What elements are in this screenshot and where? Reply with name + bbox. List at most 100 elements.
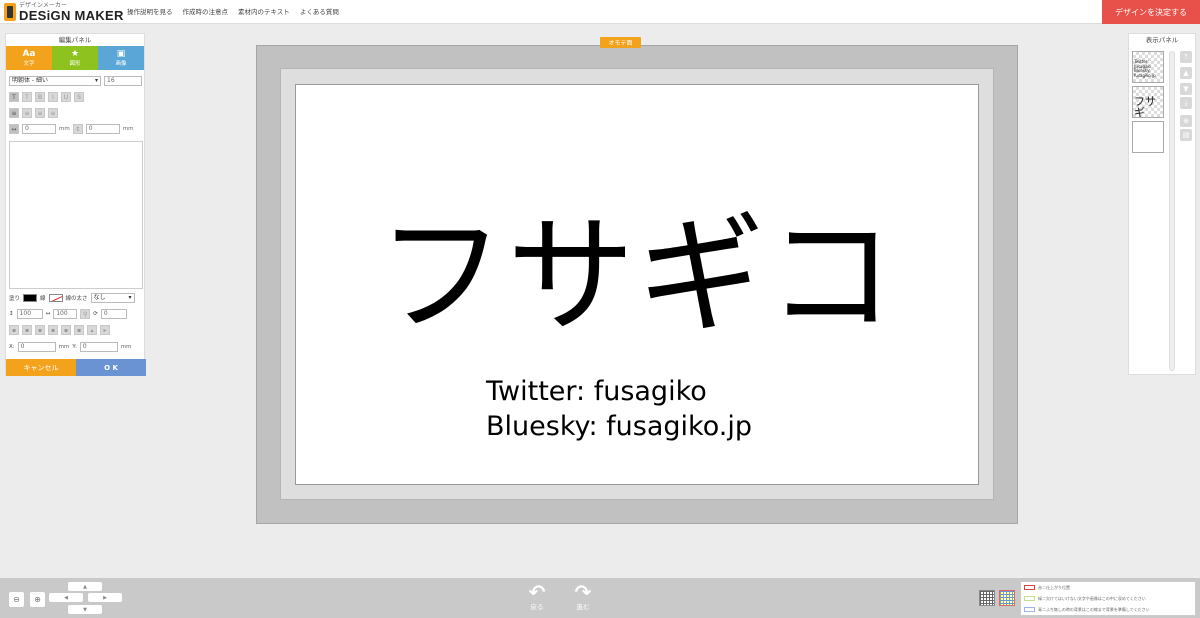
red-guide-swatch (1024, 585, 1035, 590)
align-left-icon[interactable]: ≡ (9, 108, 19, 118)
horizontal-text-icon[interactable]: T (9, 92, 19, 102)
font-family-value: 明朝体 - 細い (12, 77, 48, 84)
layer-thumb-blank[interactable] (1132, 121, 1164, 153)
display-panel: 表示パネル Twitter: fusagiko Bluesky: fusagik… (1128, 33, 1196, 375)
display-scrollbar[interactable] (1169, 51, 1175, 371)
pan-right-button[interactable]: ▶ (88, 593, 122, 602)
tab-image[interactable]: ▣ 画像 (98, 46, 144, 70)
letter-spacing-icon: ↔ (9, 124, 19, 134)
y-position-input[interactable]: 0 (79, 342, 118, 352)
move-up-icon[interactable]: ▲ (1180, 67, 1192, 79)
bring-forward-icon[interactable]: ▪ (22, 325, 32, 335)
nav-faq[interactable]: よくある質問 (300, 6, 339, 16)
line-spacing-input[interactable]: 0 (85, 124, 120, 134)
edit-panel: 編集パネル Aa 文字 ★ 図形 ▣ 画像 明朝体 - 細い ▾ 16 T T … (5, 33, 146, 376)
legend-row-green: 緑＝欠けてはいけない文字や画像はこの中に収めてください (1021, 593, 1195, 604)
letter-spacing-input[interactable]: 0 (22, 124, 56, 134)
vertical-text-icon[interactable]: T (22, 92, 32, 102)
bring-front-icon[interactable]: ▪ (9, 325, 19, 335)
fill-color-swatch[interactable] (23, 294, 38, 302)
send-back-icon[interactable]: ▪ (48, 325, 58, 335)
delete-icon[interactable]: ▪ (74, 325, 84, 335)
display-panel-title: 表示パネル (1145, 36, 1179, 44)
layer-thumb-sns[interactable]: Twitter: fusagiko Bluesky: fusagiko.jp (1132, 51, 1164, 83)
redo-arrow-icon: ↷ (574, 580, 592, 604)
layer-thumb-title[interactable]: フサギ (1132, 86, 1164, 118)
x-position-input[interactable]: 0 (17, 342, 56, 352)
position-row: X: 0 mm Y: 0 mm (9, 342, 132, 352)
stroke-color-swatch[interactable] (48, 294, 63, 302)
font-row: 明朝体 - 細い ▾ 16 (9, 76, 142, 86)
italic-icon[interactable]: I (48, 92, 58, 102)
canvas-twitter-text[interactable]: Twitter: fusagiko (486, 378, 707, 405)
redo-label: 進む (576, 603, 590, 611)
green-guide-swatch (1024, 596, 1035, 601)
arrange-row: ▪ ▪ ▪ ▪ ▪ ▪ ▴ ▸ (9, 325, 110, 335)
undo-arrow-icon: ↶ (528, 580, 546, 604)
spacing-row: ↔ 0 mm ↕ 0 mm (9, 124, 133, 134)
move-top-icon[interactable]: ⤒ (1180, 51, 1192, 63)
guide-toggle-icon[interactable] (999, 590, 1015, 606)
line-spacing-icon: ↕ (72, 124, 83, 134)
zoom-out-icon[interactable]: ⊖ (9, 592, 24, 607)
tab-text[interactable]: Aa 文字 (6, 46, 52, 70)
send-backward-icon[interactable]: ▪ (35, 325, 45, 335)
underline-icon[interactable]: U (61, 92, 71, 102)
cancel-button[interactable]: キャンセル (6, 359, 76, 376)
font-family-select[interactable]: 明朝体 - 細い ▾ (9, 76, 101, 86)
canvas-title-text[interactable]: フサギコ (296, 213, 978, 341)
bold-icon[interactable]: B (35, 92, 45, 102)
font-size-input[interactable]: 16 (104, 76, 142, 86)
line-spacing-unit: mm (122, 126, 134, 132)
y-label: Y: (72, 344, 77, 350)
pencil-logo-icon (4, 3, 16, 21)
scale-height-input[interactable]: 100 (16, 309, 43, 319)
flip-horizontal-icon[interactable]: ▸ (100, 325, 110, 335)
fill-label: 塗り (9, 296, 21, 302)
nav-material-text[interactable]: 素材内のテキスト (238, 6, 290, 16)
canvas-bluesky-text[interactable]: Bluesky: fusagiko.jp (486, 413, 752, 440)
rotate-icon: ⟳ (93, 311, 98, 317)
nav-notes[interactable]: 作成時の注意点 (183, 6, 229, 16)
chevron-down-icon: ▾ (128, 294, 132, 301)
pan-left-button[interactable]: ◀ (49, 593, 83, 602)
color-row: 塗り 線 線の太さ なし ▾ (9, 293, 135, 303)
logo-main-text: DESiGN MAKER (19, 7, 124, 23)
flip-vertical-icon[interactable]: ▴ (87, 325, 97, 335)
move-bottom-icon[interactable]: ⤓ (1180, 97, 1192, 109)
text-content-area[interactable] (9, 141, 143, 289)
lock-ratio-icon[interactable]: ⚲ (80, 309, 91, 319)
blue-guide-swatch (1024, 607, 1035, 612)
front-side-tab[interactable]: オモテ面 (600, 37, 641, 48)
align-justify-icon[interactable]: ≡ (48, 108, 58, 118)
stroke-width-select[interactable]: なし ▾ (90, 293, 135, 303)
decide-design-button[interactable]: デザインを決定する (1102, 0, 1200, 24)
legend-blue-text: 青＝ふち無しの時の背景はこの線まで背景を準備してください (1038, 606, 1150, 612)
top-nav: 操作説明を見る 作成時の注意点 素材内のテキスト よくある質問 (127, 6, 339, 16)
tab-shape-label: 図形 (69, 61, 81, 67)
redo-button[interactable]: ↷ 進む (568, 582, 598, 612)
align-right-icon[interactable]: ≡ (35, 108, 45, 118)
mode-tabs: Aa 文字 ★ 図形 ▣ 画像 (6, 46, 144, 70)
trash-icon[interactable]: ▤ (1180, 129, 1192, 141)
bottom-bar: ⊖ ⊕ ▲ ◀ ▶ ▼ ↶ 戻る ↷ 進む 赤＝仕上がり位置 緑＝欠けてはいけな… (0, 578, 1200, 618)
strikethrough-icon[interactable]: S (74, 92, 84, 102)
scale-height-icon: ↕ (9, 311, 14, 317)
undo-button[interactable]: ↶ 戻る (522, 582, 552, 612)
rotation-input[interactable]: 0 (100, 309, 127, 319)
ok-button[interactable]: O K (76, 359, 146, 376)
align-center-icon[interactable]: ≡ (22, 108, 32, 118)
scale-width-input[interactable]: 100 (53, 309, 78, 319)
logo[interactable]: デザインメーカー DESiGN MAKER (4, 2, 124, 22)
zoom-in-icon[interactable]: ⊕ (30, 592, 45, 607)
nav-instructions[interactable]: 操作説明を見る (127, 6, 173, 16)
design-canvas[interactable]: フサギコ Twitter: fusagiko Bluesky: fusagiko… (295, 84, 979, 485)
pan-down-button[interactable]: ▼ (68, 605, 102, 614)
grid-toggle-icon[interactable] (979, 590, 995, 606)
legend-red-text: 赤＝仕上がり位置 (1038, 584, 1070, 590)
move-down-icon[interactable]: ▼ (1180, 83, 1192, 95)
pan-up-button[interactable]: ▲ (68, 582, 102, 591)
copy-icon[interactable]: ▪ (61, 325, 71, 335)
copy-layer-icon[interactable]: ⊕ (1180, 115, 1192, 127)
tab-shape[interactable]: ★ 図形 (52, 46, 98, 70)
